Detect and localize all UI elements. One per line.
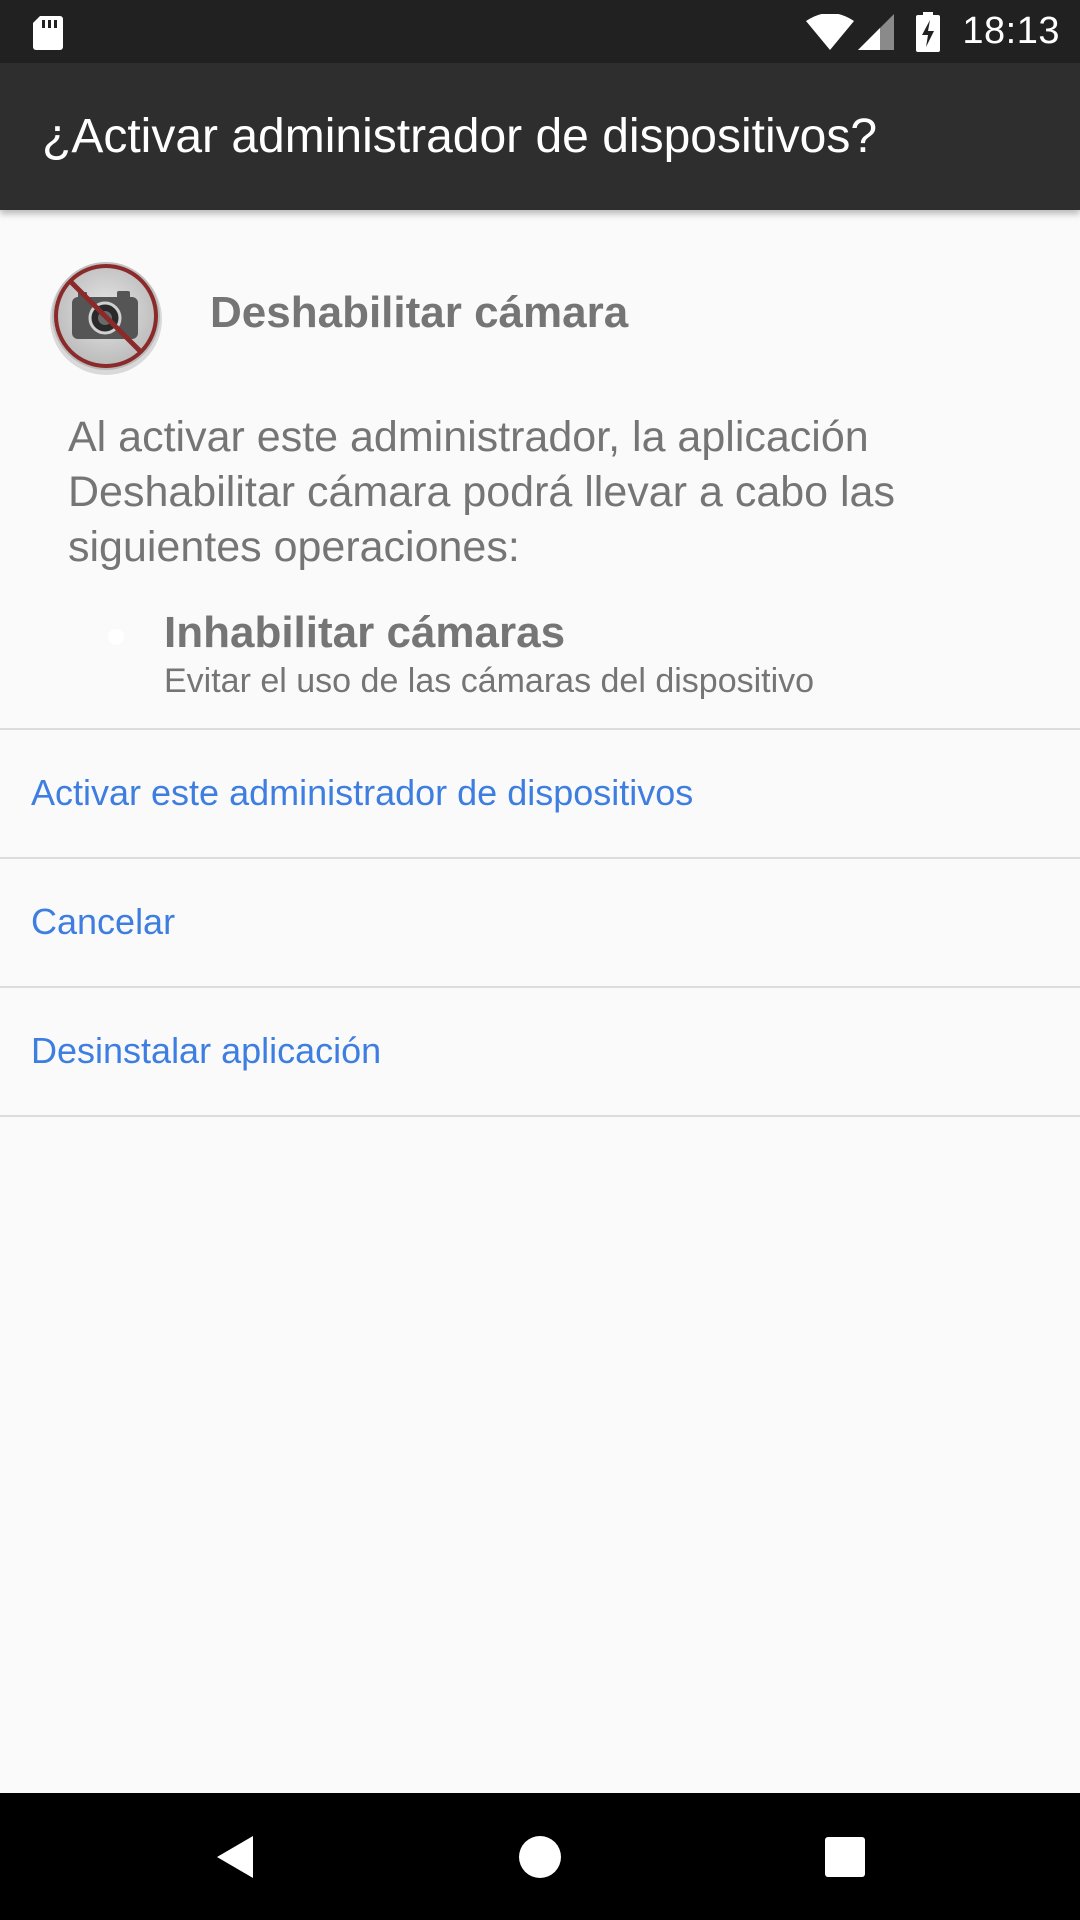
divider (0, 1115, 1080, 1117)
activate-admin-label: Activar este administrador de dispositiv… (31, 772, 694, 813)
cancel-label: Cancelar (31, 901, 176, 942)
policy-item: Inhabilitar cámaras Evitar el uso de las… (0, 608, 1080, 708)
sd-card-icon (33, 16, 63, 50)
admin-description: Al activar este administrador, la aplica… (68, 413, 895, 571)
status-icons: 18:13 (806, 0, 1060, 63)
status-bar: 18:13 (0, 0, 1080, 63)
recents-icon (825, 1836, 865, 1877)
recents-button[interactable] (800, 1793, 890, 1920)
battery-charging-icon (916, 11, 941, 52)
uninstall-app-label: Desinstalar aplicación (31, 1030, 382, 1071)
signal-icon (858, 13, 895, 50)
back-button[interactable] (190, 1793, 280, 1920)
page-title: ¿Activar administrador de dispositivos? (42, 110, 878, 163)
policy-title: Inhabilitar cámaras (164, 608, 566, 657)
admin-header: Deshabilitar cámara (0, 210, 1080, 410)
home-icon (519, 1835, 561, 1878)
home-button[interactable] (495, 1793, 585, 1920)
app-bar: ¿Activar administrador de dispositivos? (0, 63, 1080, 210)
navigation-bar (0, 1793, 1080, 1920)
activate-admin-button[interactable]: Activar este administrador de dispositiv… (0, 730, 1080, 856)
wifi-icon (806, 13, 855, 50)
uninstall-app-button[interactable]: Desinstalar aplicación (0, 988, 1080, 1114)
policy-description: Evitar el uso de las cámaras del disposi… (164, 662, 815, 700)
status-clock: 18:13 (962, 10, 1060, 52)
back-icon (217, 1835, 253, 1878)
bullet-icon (108, 629, 124, 645)
app-name: Deshabilitar cámara (210, 288, 629, 337)
cancel-button[interactable]: Cancelar (0, 859, 1080, 985)
camera-disabled-icon (50, 262, 162, 375)
